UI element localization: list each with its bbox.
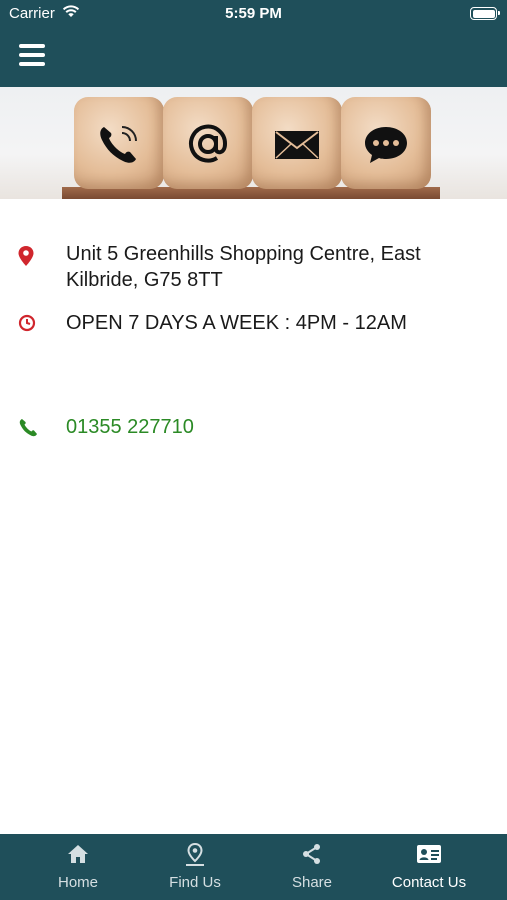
location-pin-icon xyxy=(135,843,255,867)
tab-share[interactable]: Share xyxy=(252,834,372,900)
map-pin-icon xyxy=(18,246,34,271)
bottom-tab-bar: Home Find Us Share Contact Us xyxy=(0,834,507,900)
chat-bubble-icon xyxy=(341,97,431,189)
home-icon xyxy=(18,843,138,867)
hamburger-menu-icon[interactable] xyxy=(19,44,45,66)
clock-icon xyxy=(18,314,36,337)
tab-find-us-label: Find Us xyxy=(169,874,221,891)
battery-icon xyxy=(470,7,500,20)
phone-icon xyxy=(18,418,38,443)
app-header: Carrier 5:59 PM xyxy=(0,0,507,87)
phone-icon xyxy=(74,97,164,189)
address-text: Unit 5 Greenhills Shopping Centre, East … xyxy=(66,243,421,291)
opening-hours-text: OPEN 7 DAYS A WEEK : 4PM - 12AM xyxy=(66,312,407,334)
clock: 5:59 PM xyxy=(225,5,282,22)
envelope-icon xyxy=(252,97,342,189)
contact-banner-image xyxy=(0,87,507,199)
status-bar: Carrier 5:59 PM xyxy=(0,0,507,28)
share-icon xyxy=(252,843,372,867)
contact-card-icon xyxy=(369,843,489,867)
tab-share-label: Share xyxy=(291,874,333,891)
tab-contact-us-label: Contact Us xyxy=(391,874,467,891)
tab-home-label: Home xyxy=(57,874,98,891)
tab-contact-us[interactable]: Contact Us xyxy=(369,834,489,900)
phone-number-link[interactable]: 01355 227710 xyxy=(66,414,486,440)
at-sign-icon xyxy=(163,97,253,189)
tab-home[interactable]: Home xyxy=(18,834,138,900)
tab-find-us[interactable]: Find Us xyxy=(135,834,255,900)
